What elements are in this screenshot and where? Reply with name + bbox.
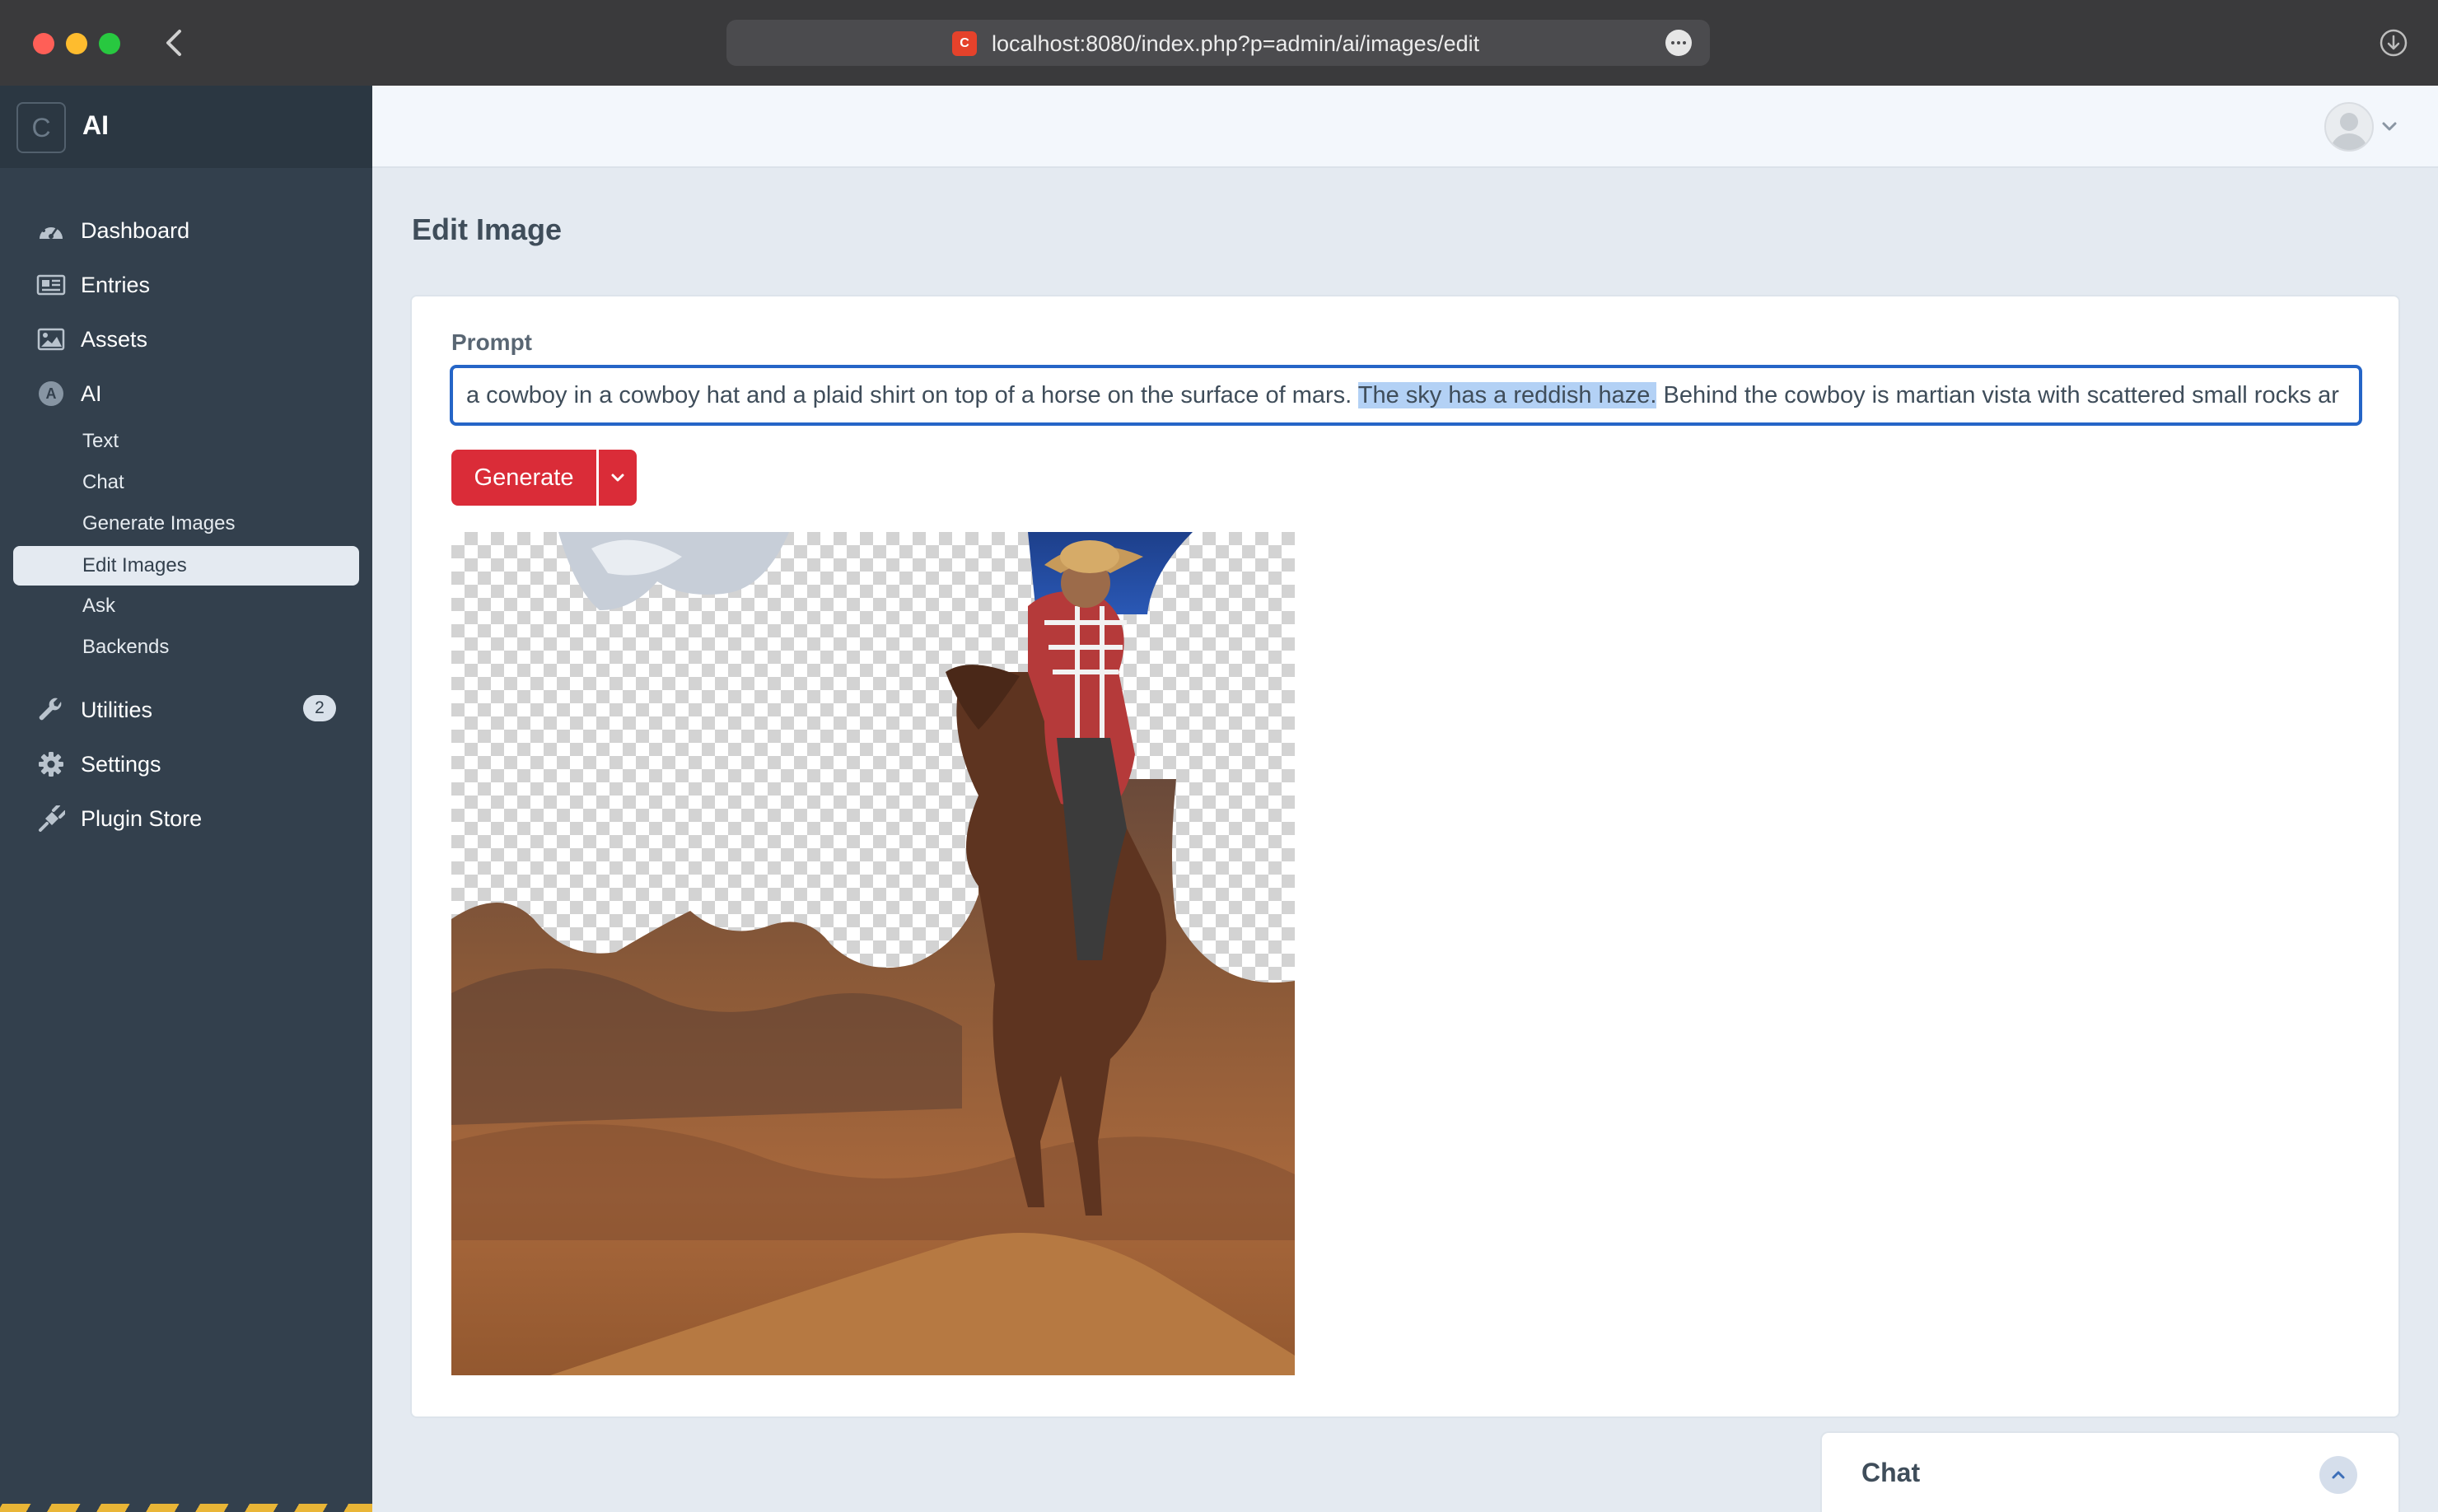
sidebar-item-label: Assets [81, 326, 148, 352]
chevron-left-icon [166, 30, 181, 56]
site-name[interactable]: AI [82, 110, 109, 141]
page-title: Edit Image [412, 212, 563, 246]
subnav-item-backends[interactable]: Backends [82, 636, 169, 659]
svg-text:A: A [46, 385, 57, 402]
edited-image [451, 532, 1295, 1375]
prompt-label: Prompt [451, 329, 532, 355]
subnav-item-ask[interactable]: Ask [82, 595, 115, 618]
chevron-up-icon [2332, 1471, 2345, 1479]
prompt-text-after: Behind the cowboy is martian vista with … [1656, 382, 2339, 408]
sidebar-item-assets[interactable]: Assets [35, 321, 147, 357]
download-icon[interactable] [2379, 28, 2408, 58]
dev-mode-stripes [0, 1504, 372, 1512]
url-text: localhost:8080/index.php?p=admin/ai/imag… [992, 31, 1480, 56]
back-button[interactable] [158, 25, 191, 61]
sidebar-item-ai[interactable]: A AI [35, 376, 102, 412]
assets-icon [35, 323, 68, 356]
generate-button[interactable]: Generate [451, 450, 596, 506]
sidebar-item-label: AI [81, 380, 102, 406]
subnav-item-text[interactable]: Text [82, 430, 119, 453]
more-options-icon[interactable] [1665, 30, 1692, 56]
image-canvas [451, 532, 1295, 1375]
sidebar-item-label: Settings [81, 751, 161, 777]
browser-toolbar: C localhost:8080/index.php?p=admin/ai/im… [0, 0, 2438, 86]
sidebar-item-dashboard[interactable]: Dashboard [35, 212, 189, 249]
header-bar [372, 86, 2438, 168]
chevron-down-icon[interactable] [2380, 120, 2398, 138]
sidebar-item-label: Utilities [81, 697, 153, 722]
wrench-icon [35, 693, 68, 726]
chevron-down-icon [611, 474, 624, 482]
subnav-item-edit-images[interactable]: Edit Images [13, 546, 359, 586]
chat-expand-button[interactable] [2319, 1456, 2357, 1494]
sidebar: C AI Dashboard Entries Assets A AI Text … [0, 86, 372, 1512]
user-avatar[interactable] [2324, 102, 2374, 152]
subnav-item-generate-images[interactable]: Generate Images [82, 512, 235, 535]
minimize-window-button[interactable] [66, 33, 87, 54]
utilities-count-badge: 2 [303, 695, 336, 721]
zoom-window-button[interactable] [99, 33, 120, 54]
chat-panel: Chat [1822, 1433, 2398, 1512]
sidebar-header: C AI [0, 86, 372, 168]
plug-icon [35, 802, 68, 835]
sidebar-item-utilities[interactable]: Utilities [35, 692, 152, 728]
subnav-item-chat[interactable]: Chat [82, 471, 124, 494]
gear-icon [35, 748, 68, 781]
address-bar[interactable]: C localhost:8080/index.php?p=admin/ai/im… [726, 20, 1710, 66]
entries-icon [35, 268, 68, 301]
prompt-input[interactable]: a cowboy in a cowboy hat and a plaid shi… [450, 365, 2362, 426]
prompt-text-selected: The sky has a reddish haze. [1357, 382, 1657, 408]
subnav-item-label: Edit Images [82, 554, 187, 576]
ai-icon: A [35, 377, 68, 410]
sidebar-item-plugin-store[interactable]: Plugin Store [35, 800, 202, 837]
sidebar-item-label: Plugin Store [81, 805, 203, 831]
dashboard-icon [35, 214, 68, 247]
site-favicon: C [952, 31, 977, 56]
sidebar-item-label: Entries [81, 272, 151, 297]
generate-options-button[interactable] [599, 450, 637, 506]
prompt-text-before: a cowboy in a cowboy hat and a plaid shi… [466, 382, 1358, 408]
close-window-button[interactable] [33, 33, 54, 54]
chat-title: Chat [1861, 1458, 1921, 1487]
site-logo[interactable]: C [16, 102, 66, 153]
sidebar-item-entries[interactable]: Entries [35, 267, 150, 303]
sidebar-item-settings[interactable]: Settings [35, 746, 161, 782]
sidebar-item-label: Dashboard [81, 217, 190, 243]
